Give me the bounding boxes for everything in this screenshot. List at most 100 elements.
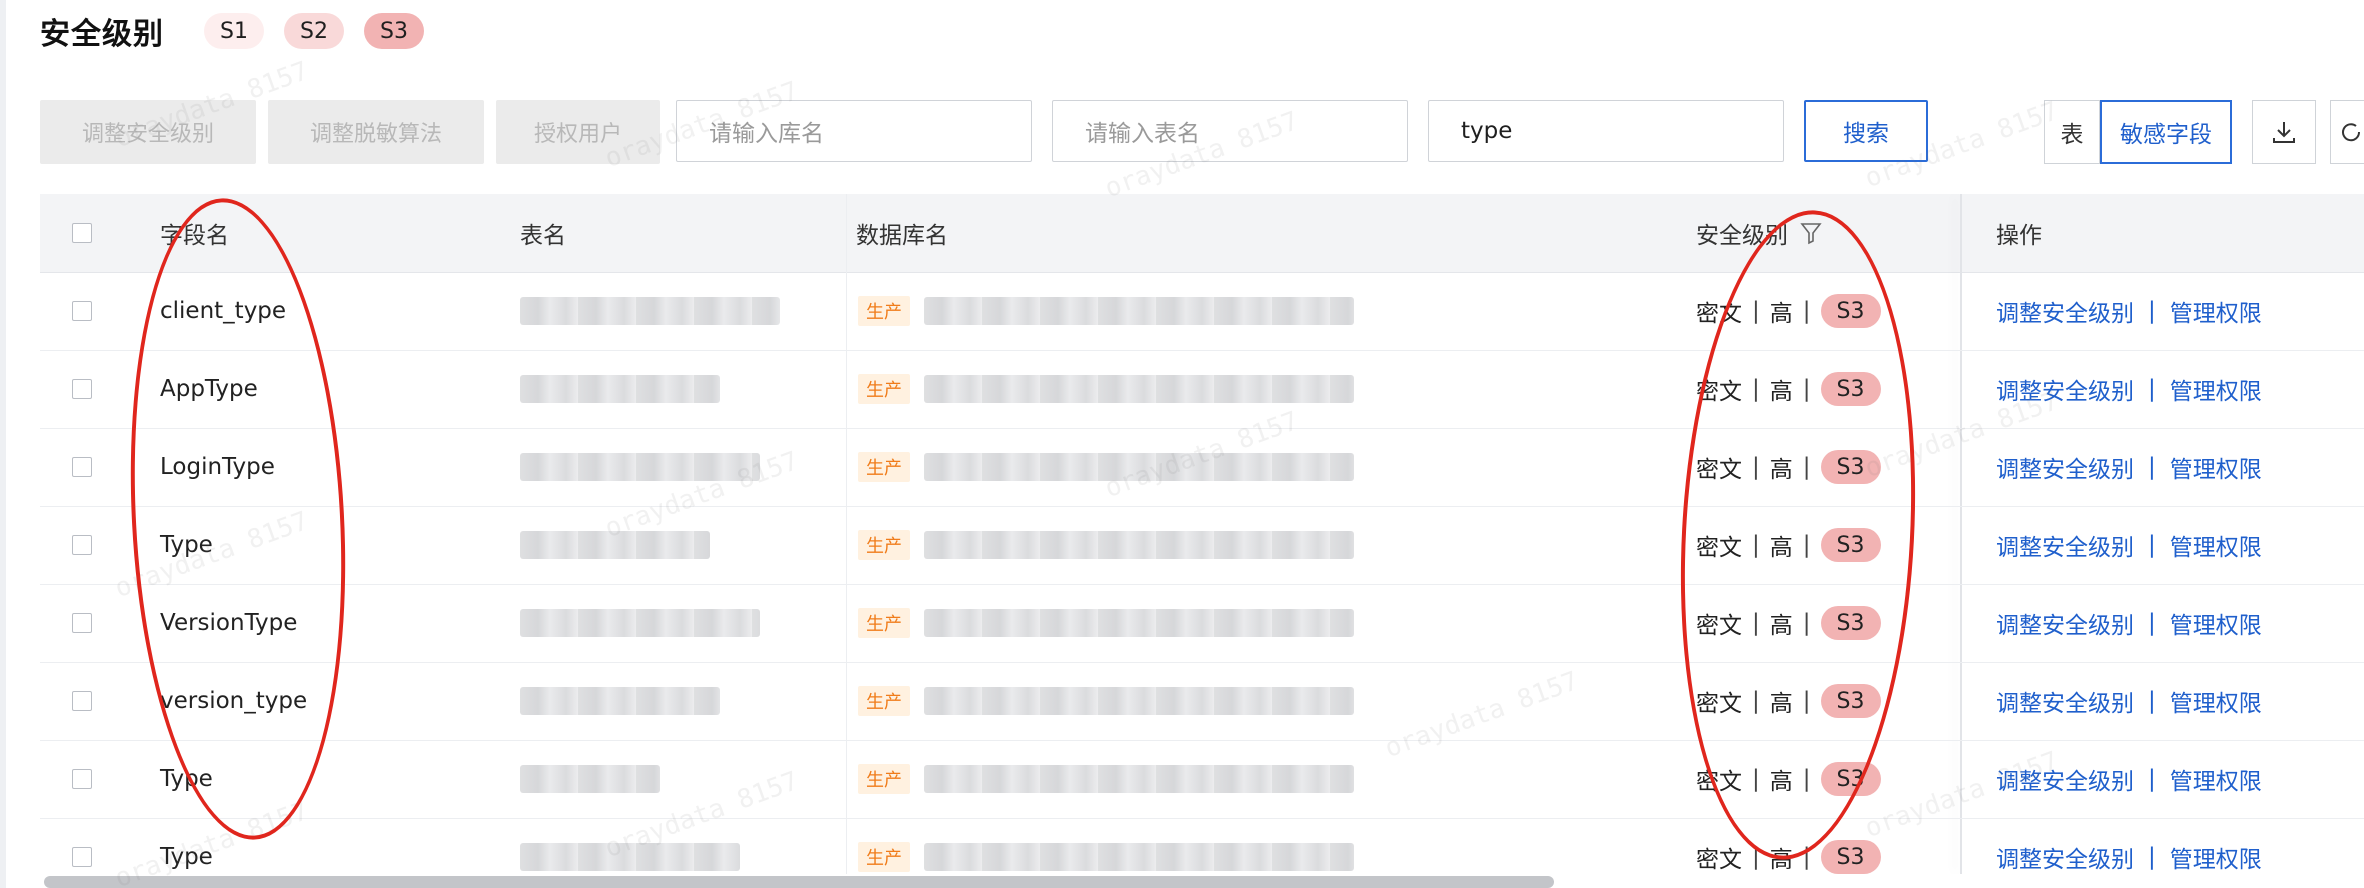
- adjust-security-level-link[interactable]: 调整安全级别: [1996, 840, 2134, 874]
- level-badge-s3: S3: [1820, 450, 1881, 484]
- redacted-database-name: [924, 375, 1354, 403]
- redacted-database-name: [924, 765, 1354, 793]
- view-sensitive-field-tab[interactable]: 敏感字段: [2100, 100, 2232, 164]
- field-name-cell: version_type: [160, 688, 308, 714]
- encryption-label: 密文: [1696, 613, 1742, 639]
- level-filter-s1[interactable]: S1: [204, 13, 264, 49]
- env-tag: 生产: [858, 842, 910, 872]
- separator: |: [2148, 610, 2156, 636]
- redacted-database-name: [924, 297, 1354, 325]
- toolbar: 调整安全级别 调整脱敏算法 授权用户 请输入库名 请输入表名 type 搜索 表…: [40, 100, 2364, 164]
- row-checkbox[interactable]: [72, 769, 92, 789]
- manage-permissions-link[interactable]: 管理权限: [2170, 684, 2262, 718]
- level-filter-s2[interactable]: S2: [284, 13, 344, 49]
- security-level-cell: 密文 | 高 | S3: [1696, 350, 1881, 428]
- table-row: version_type 生产 密文 | 高 | S3 调整安全级别 | 管理权限: [40, 662, 2364, 741]
- row-checkbox[interactable]: [72, 535, 92, 555]
- encryption-label: 密文: [1696, 769, 1742, 795]
- encryption-label: 密文: [1696, 847, 1742, 873]
- adjust-security-level-link[interactable]: 调整安全级别: [1996, 372, 2134, 406]
- security-level-cell: 密文 | 高 | S3: [1696, 272, 1881, 350]
- database-name-input[interactable]: 请输入库名: [676, 100, 1032, 162]
- authorize-users-button[interactable]: 授权用户: [496, 100, 660, 164]
- field-name-cell: LoginType: [160, 454, 275, 480]
- horizontal-scrollbar[interactable]: [44, 876, 1554, 888]
- security-level-cell: 密文 | 高 | S3: [1696, 662, 1881, 740]
- field-name-cell: VersionType: [160, 610, 298, 636]
- column-header-table: 表名: [520, 223, 566, 249]
- row-checkbox[interactable]: [72, 613, 92, 633]
- row-checkbox[interactable]: [72, 457, 92, 477]
- manage-permissions-link[interactable]: 管理权限: [2170, 528, 2262, 562]
- separator: |: [1802, 766, 1811, 792]
- adjust-security-level-link[interactable]: 调整安全级别: [1996, 450, 2134, 484]
- select-all-checkbox[interactable]: [72, 223, 92, 243]
- table-row: client_type 生产 密文 | 高 | S3 调整安全级别 | 管理权限: [40, 272, 2364, 351]
- field-name-cell: Type: [160, 766, 213, 792]
- row-checkbox[interactable]: [72, 379, 92, 399]
- adjust-masking-algorithm-button[interactable]: 调整脱敏算法: [268, 100, 484, 164]
- table-row: VersionType 生产 密文 | 高 | S3 调整安全级别 | 管理权限: [40, 584, 2364, 663]
- separator: |: [2148, 844, 2156, 870]
- sensitivity-label: 高: [1769, 457, 1793, 483]
- manage-permissions-link[interactable]: 管理权限: [2170, 294, 2262, 328]
- redacted-table-name: [520, 687, 720, 715]
- table-row: Type 生产 密文 | 高 | S3 调整安全级别 | 管理权限: [40, 818, 2364, 874]
- download-button[interactable]: [2252, 100, 2316, 164]
- level-filter-s3[interactable]: S3: [364, 13, 424, 49]
- table-row: AppType 生产 密文 | 高 | S3 调整安全级别 | 管理权限: [40, 350, 2364, 429]
- sensitivity-label: 高: [1769, 691, 1793, 717]
- level-badge-s3: S3: [1820, 528, 1881, 562]
- sensitive-field-table: 字段名 表名 数据库名 安全级别 操作 client_type 生产 密文 | 高 | S3…: [40, 194, 2364, 874]
- manage-permissions-link[interactable]: 管理权限: [2170, 606, 2262, 640]
- view-table-tab[interactable]: 表: [2044, 100, 2100, 164]
- manage-permissions-link[interactable]: 管理权限: [2170, 450, 2262, 484]
- row-actions: 调整安全级别 | 管理权限: [1996, 506, 2262, 584]
- separator: |: [1752, 610, 1760, 636]
- row-checkbox[interactable]: [72, 691, 92, 711]
- table-header: 字段名 表名 数据库名 安全级别 操作: [40, 194, 2364, 273]
- row-checkbox[interactable]: [72, 847, 92, 867]
- field-name-cell: AppType: [160, 376, 258, 402]
- separator: |: [1752, 844, 1760, 870]
- manage-permissions-link[interactable]: 管理权限: [2170, 372, 2262, 406]
- separator: |: [2148, 688, 2156, 714]
- security-level-cell: 密文 | 高 | S3: [1696, 506, 1881, 584]
- adjust-security-level-link[interactable]: 调整安全级别: [1996, 606, 2134, 640]
- refresh-button[interactable]: [2330, 100, 2364, 164]
- field-name-cell: Type: [160, 532, 213, 558]
- adjust-security-level-link[interactable]: 调整安全级别: [1996, 684, 2134, 718]
- redacted-table-name: [520, 609, 760, 637]
- search-button[interactable]: 搜索: [1804, 100, 1928, 162]
- row-actions: 调整安全级别 | 管理权限: [1996, 740, 2262, 818]
- separator: |: [2148, 766, 2156, 792]
- manage-permissions-link[interactable]: 管理权限: [2170, 840, 2262, 874]
- redacted-database-name: [924, 453, 1354, 481]
- column-header-level: 安全级别: [1696, 194, 1822, 272]
- table-name-input[interactable]: 请输入表名: [1052, 100, 1408, 162]
- manage-permissions-link[interactable]: 管理权限: [2170, 762, 2262, 796]
- security-level-cell: 密文 | 高 | S3: [1696, 584, 1881, 662]
- field-name-input[interactable]: type: [1428, 100, 1784, 162]
- level-badge-s3: S3: [1820, 606, 1881, 640]
- filter-icon[interactable]: [1800, 221, 1822, 245]
- column-header-field: 字段名: [160, 223, 229, 249]
- encryption-label: 密文: [1696, 691, 1742, 717]
- row-actions: 调整安全级别 | 管理权限: [1996, 350, 2262, 428]
- sensitivity-label: 高: [1769, 769, 1793, 795]
- env-tag: 生产: [858, 608, 910, 638]
- table-row: Type 生产 密文 | 高 | S3 调整安全级别 | 管理权限: [40, 740, 2364, 819]
- row-checkbox[interactable]: [72, 301, 92, 321]
- separator: |: [1802, 454, 1811, 480]
- separator: |: [2148, 532, 2156, 558]
- adjust-security-level-link[interactable]: 调整安全级别: [1996, 762, 2134, 796]
- field-name-cell: Type: [160, 844, 213, 870]
- level-badge-s3: S3: [1820, 762, 1881, 796]
- env-tag: 生产: [858, 296, 910, 326]
- adjust-security-level-link[interactable]: 调整安全级别: [1996, 528, 2134, 562]
- adjust-security-level-link[interactable]: 调整安全级别: [1996, 294, 2134, 328]
- security-level-cell: 密文 | 高 | S3: [1696, 818, 1881, 874]
- adjust-security-level-button[interactable]: 调整安全级别: [40, 100, 256, 164]
- redacted-database-name: [924, 609, 1354, 637]
- redacted-table-name: [520, 375, 720, 403]
